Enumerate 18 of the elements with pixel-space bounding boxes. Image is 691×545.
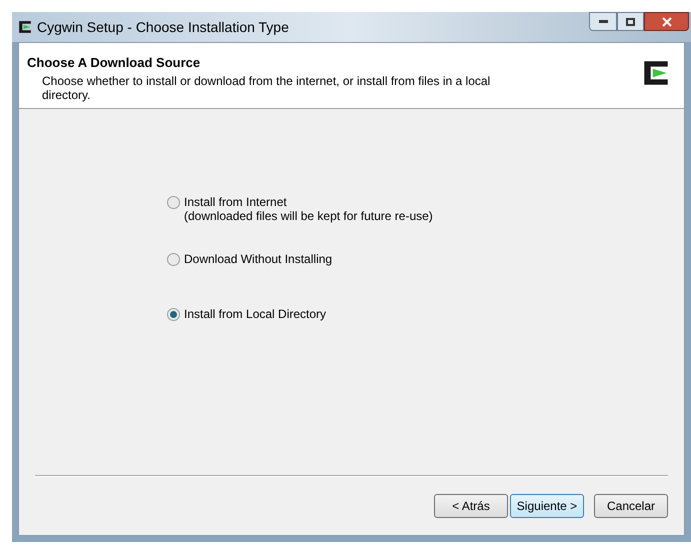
radio-button[interactable]	[167, 196, 180, 209]
dialog-button[interactable]: Siguiente >	[510, 494, 584, 518]
dialog-button[interactable]: < Atrás	[434, 494, 508, 518]
window-title: Cygwin Setup - Choose Installation Type	[37, 18, 289, 37]
option-note: (downloaded files will be kept for future re-use)	[184, 209, 433, 223]
close-icon	[662, 16, 672, 26]
maximize-button[interactable]	[617, 12, 644, 31]
cygwin-logo-icon	[17, 19, 33, 35]
minimize-button[interactable]	[589, 12, 617, 31]
header-title: Choose A Download Source	[27, 54, 202, 72]
header-description: Choose whether to install or download from the internet, or install from files in a local directory.	[41, 74, 492, 102]
close-button[interactable]	[644, 12, 689, 31]
dialog-button[interactable]: Cancelar	[594, 494, 668, 518]
option-label[interactable]: Download Without Installing	[184, 252, 332, 266]
option-label[interactable]: Install from Internet	[184, 195, 433, 209]
option-label[interactable]: Install from Local Directory	[184, 307, 326, 321]
radio-button[interactable]	[167, 253, 180, 266]
radio-button[interactable]	[167, 308, 180, 321]
